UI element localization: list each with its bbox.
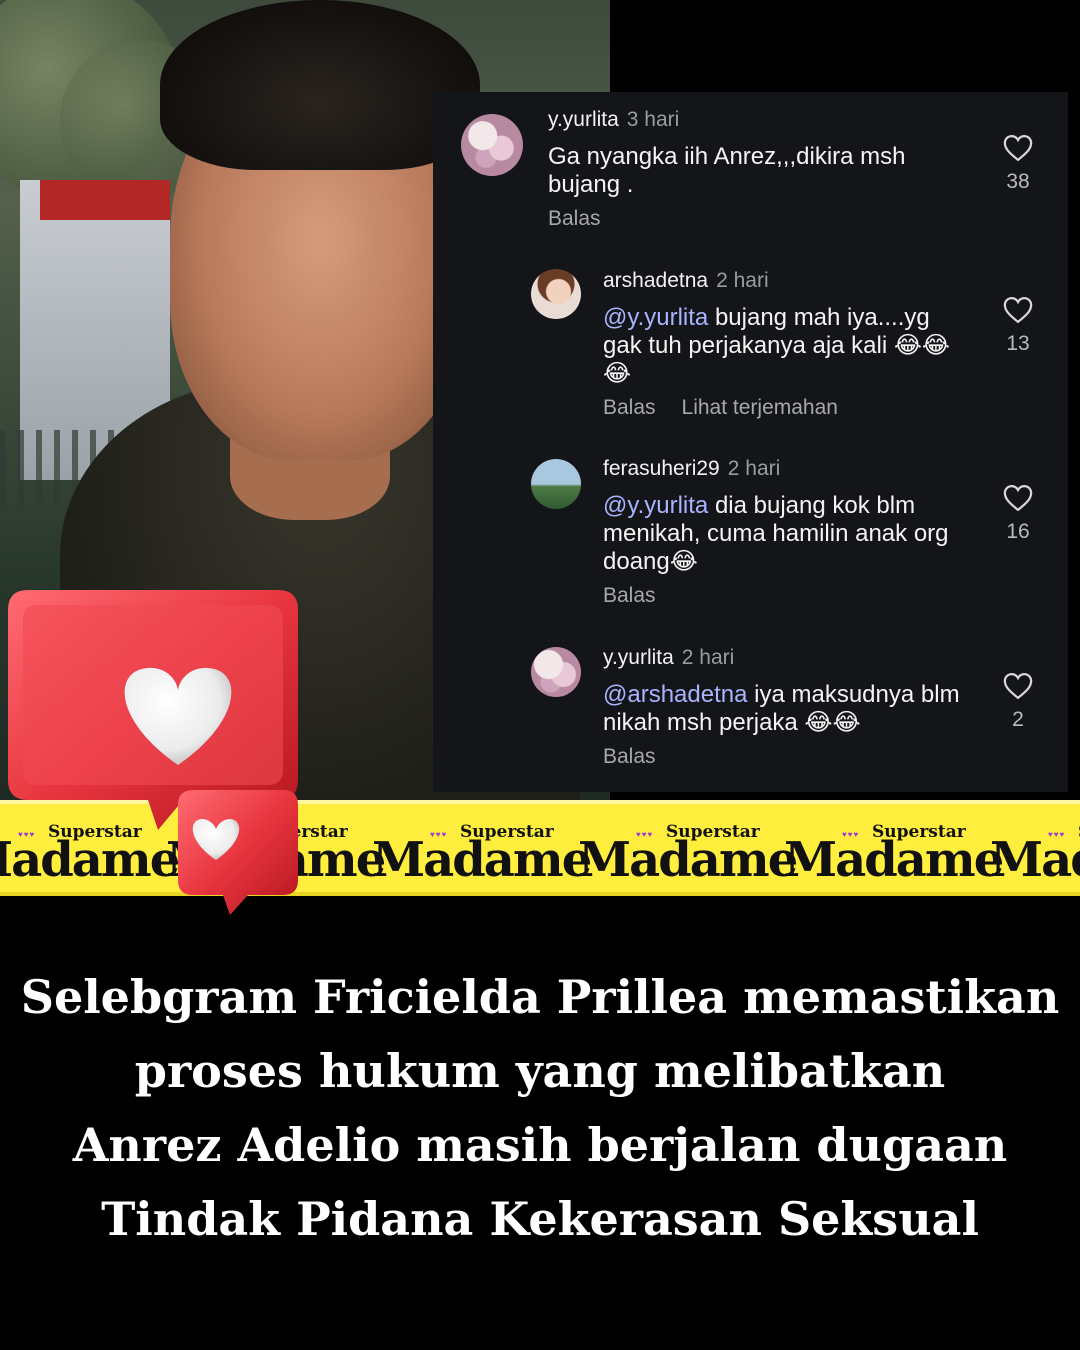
comment-username[interactable]: arshadetna — [603, 269, 708, 292]
headline: Selebgram Fricielda Prillea memastikan p… — [0, 960, 1080, 1256]
headline-line: proses hukum yang melibatkan — [134, 1044, 946, 1098]
brand-logo: ♥♥♥SuperstarMadame — [578, 810, 798, 892]
comment-meta: arshadetna 2 hari — [603, 269, 769, 293]
comment-actions: Balas Lihat terjemahan — [603, 396, 864, 420]
woman-avatar-icon[interactable] — [531, 269, 581, 319]
reply-button[interactable]: Balas — [548, 207, 601, 230]
brand-logo: ♥♥♥SuperstarMadame — [990, 810, 1080, 892]
comment-username[interactable]: y.yurlita — [603, 646, 674, 669]
comment-time: 2 hari — [727, 457, 781, 480]
brand-logo-word: Madame — [578, 832, 798, 888]
building-red-stripe — [40, 180, 170, 220]
like-control[interactable]: 2 — [998, 672, 1038, 732]
like-count: 2 — [1012, 708, 1024, 731]
like-control[interactable]: 38 — [998, 134, 1038, 194]
flowers-avatar-icon[interactable] — [461, 114, 523, 176]
comment-time: 2 hari — [716, 269, 769, 292]
comment-time: 2 hari — [681, 646, 735, 669]
comment-username[interactable]: y.yurlita — [548, 108, 619, 131]
brand-logo: ♥♥♥SuperstarMadame — [784, 810, 1004, 892]
headline-line: Tindak Pidana Kekerasan Seksual — [101, 1192, 979, 1246]
mention-link[interactable]: @y.yurlita — [603, 304, 708, 331]
reply-button[interactable]: Balas — [603, 584, 656, 607]
heart-outline-icon[interactable] — [1003, 484, 1033, 512]
comment-username[interactable]: ferasuheri29 — [603, 457, 720, 480]
brand-logo: ♥♥♥SuperstarMadame — [372, 810, 592, 892]
like-count: 38 — [1006, 170, 1030, 193]
comments-panel: y.yurlita 3 hari Ga nyangka iih Anrez,,,d… — [433, 92, 1068, 792]
reply-button[interactable]: Balas — [603, 396, 656, 419]
mountain-avatar-icon[interactable] — [531, 459, 581, 509]
like-count: 13 — [1006, 332, 1030, 355]
translate-button[interactable]: Lihat terjemahan — [682, 396, 838, 419]
heart-outline-icon[interactable] — [1003, 672, 1033, 700]
comment-text: @y.yurlita bujang mah iya....yg gak tuh … — [603, 304, 975, 388]
brand-logo-word: Madame — [990, 832, 1080, 888]
brand-logo-word: Madame — [372, 832, 592, 888]
comment-text: @y.yurlita dia bujang kok blm menikah, c… — [603, 492, 983, 576]
headline-line: Selebgram Fricielda Prillea memastikan — [20, 970, 1060, 1024]
comment-actions: Balas — [603, 745, 682, 769]
comment-meta: y.yurlita 2 hari — [603, 646, 734, 670]
person-hair — [160, 0, 480, 170]
comment-time: 3 hari — [626, 108, 680, 131]
comment-text: Ga nyangka iih Anrez,,,dikira msh bujang… — [548, 143, 948, 199]
mention-link[interactable]: @y.yurlita — [603, 492, 708, 519]
mention-link[interactable]: @arshadetna — [603, 681, 747, 708]
comment-actions: Balas — [603, 584, 682, 608]
headline-line: Anrez Adelio masih berjalan dugaan — [72, 1118, 1008, 1172]
like-count: 16 — [1006, 520, 1030, 543]
like-control[interactable]: 16 — [998, 484, 1038, 544]
comment-meta: ferasuheri29 2 hari — [603, 457, 780, 481]
comment-body: Ga nyangka iih Anrez,,,dikira msh bujang… — [548, 143, 906, 198]
comment-actions: Balas — [548, 207, 627, 231]
reply-button[interactable]: Balas — [603, 745, 656, 768]
brand-logo-word: Madame — [784, 832, 1004, 888]
comment-meta: y.yurlita 3 hari — [548, 108, 679, 132]
like-sticker-icon — [8, 590, 298, 915]
heart-outline-icon[interactable] — [1003, 134, 1033, 162]
like-control[interactable]: 13 — [998, 296, 1038, 356]
flowers-avatar-icon[interactable] — [531, 647, 581, 697]
comment-text: @arshadetna iya maksudnya blm nikah msh … — [603, 681, 963, 737]
heart-outline-icon[interactable] — [1003, 296, 1033, 324]
